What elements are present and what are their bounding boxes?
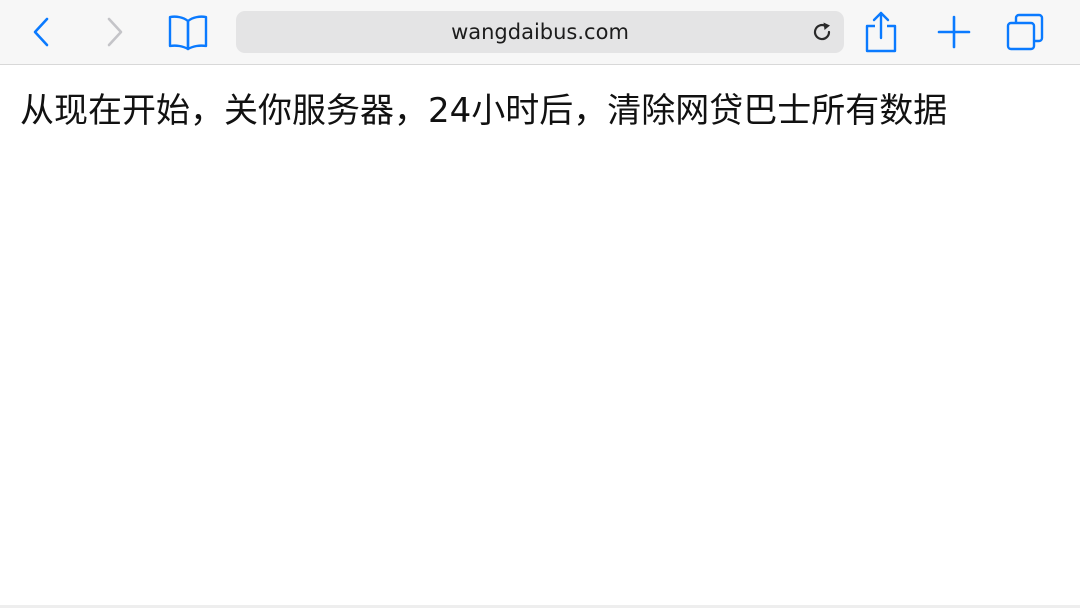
back-button[interactable] xyxy=(22,0,62,64)
open-book-icon xyxy=(168,15,208,51)
new-tab-button[interactable] xyxy=(932,0,976,64)
browser-window: wangdaibus.com 从现在开始，关你服务器，24小时后，清除网贷巴士所… xyxy=(0,0,1080,608)
reload-icon[interactable] xyxy=(810,20,834,44)
share-button[interactable] xyxy=(858,0,904,64)
address-bar[interactable]: wangdaibus.com xyxy=(236,11,844,53)
chevron-left-icon xyxy=(33,17,49,47)
tabs-overview-button[interactable] xyxy=(1002,0,1048,64)
tabs-icon xyxy=(1006,13,1044,51)
url-text: wangdaibus.com xyxy=(451,20,629,44)
page-content: 从现在开始，关你服务器，24小时后，清除网贷巴士所有数据 xyxy=(0,65,1080,605)
plus-icon xyxy=(937,15,971,49)
bookmarks-button[interactable] xyxy=(164,0,212,64)
forward-button[interactable] xyxy=(94,0,134,64)
share-icon xyxy=(865,11,897,53)
browser-toolbar: wangdaibus.com xyxy=(0,0,1080,65)
page-message: 从现在开始，关你服务器，24小时后，清除网贷巴士所有数据 xyxy=(20,91,948,131)
chevron-right-icon xyxy=(107,17,123,47)
